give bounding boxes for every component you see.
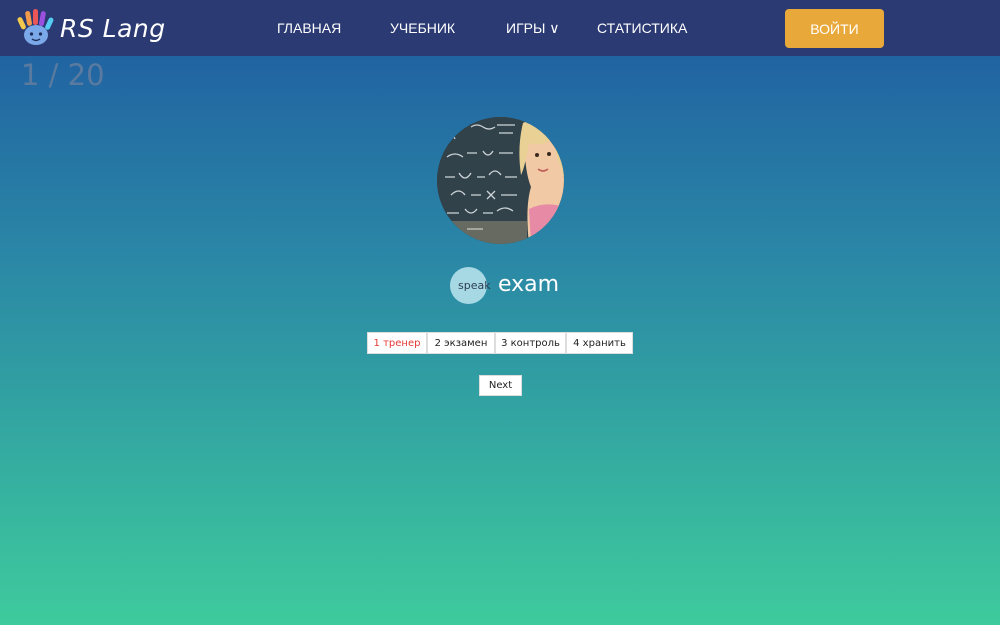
nav-home[interactable]: ГЛАВНАЯ [277, 20, 341, 36]
answer-option-1[interactable]: 1 тренер [367, 332, 427, 354]
next-button[interactable]: Next [479, 375, 522, 396]
answer-option-3[interactable]: 3 контроль [495, 332, 566, 354]
word-image [437, 117, 564, 244]
hand-logo-icon [17, 9, 54, 45]
nav-textbook[interactable]: УЧЕБНИК [390, 20, 455, 36]
logo-text: RS Lang [60, 13, 166, 43]
logo[interactable]: RS Lang [16, 8, 166, 48]
chalkboard-photo [437, 117, 564, 244]
target-word: exam [498, 272, 560, 297]
login-button[interactable]: ВОЙТИ [785, 9, 884, 48]
speak-button[interactable]: speak [450, 267, 491, 304]
answer-options: 1 тренер 2 экзамен 3 контроль 4 хранить [367, 332, 633, 354]
answer-option-2[interactable]: 2 экзамен [427, 332, 495, 354]
answer-option-4[interactable]: 4 хранить [566, 332, 633, 354]
nav-statistics[interactable]: СТАТИСТИКА [597, 20, 687, 36]
question-counter: 1 / 20 [21, 58, 105, 92]
top-navbar: RS Lang ГЛАВНАЯ УЧЕБНИК ИГРЫ ∨ СТАТИСТИК… [0, 0, 1000, 56]
nav-games-dropdown[interactable]: ИГРЫ ∨ [506, 20, 560, 36]
speak-label: speak [458, 279, 491, 292]
